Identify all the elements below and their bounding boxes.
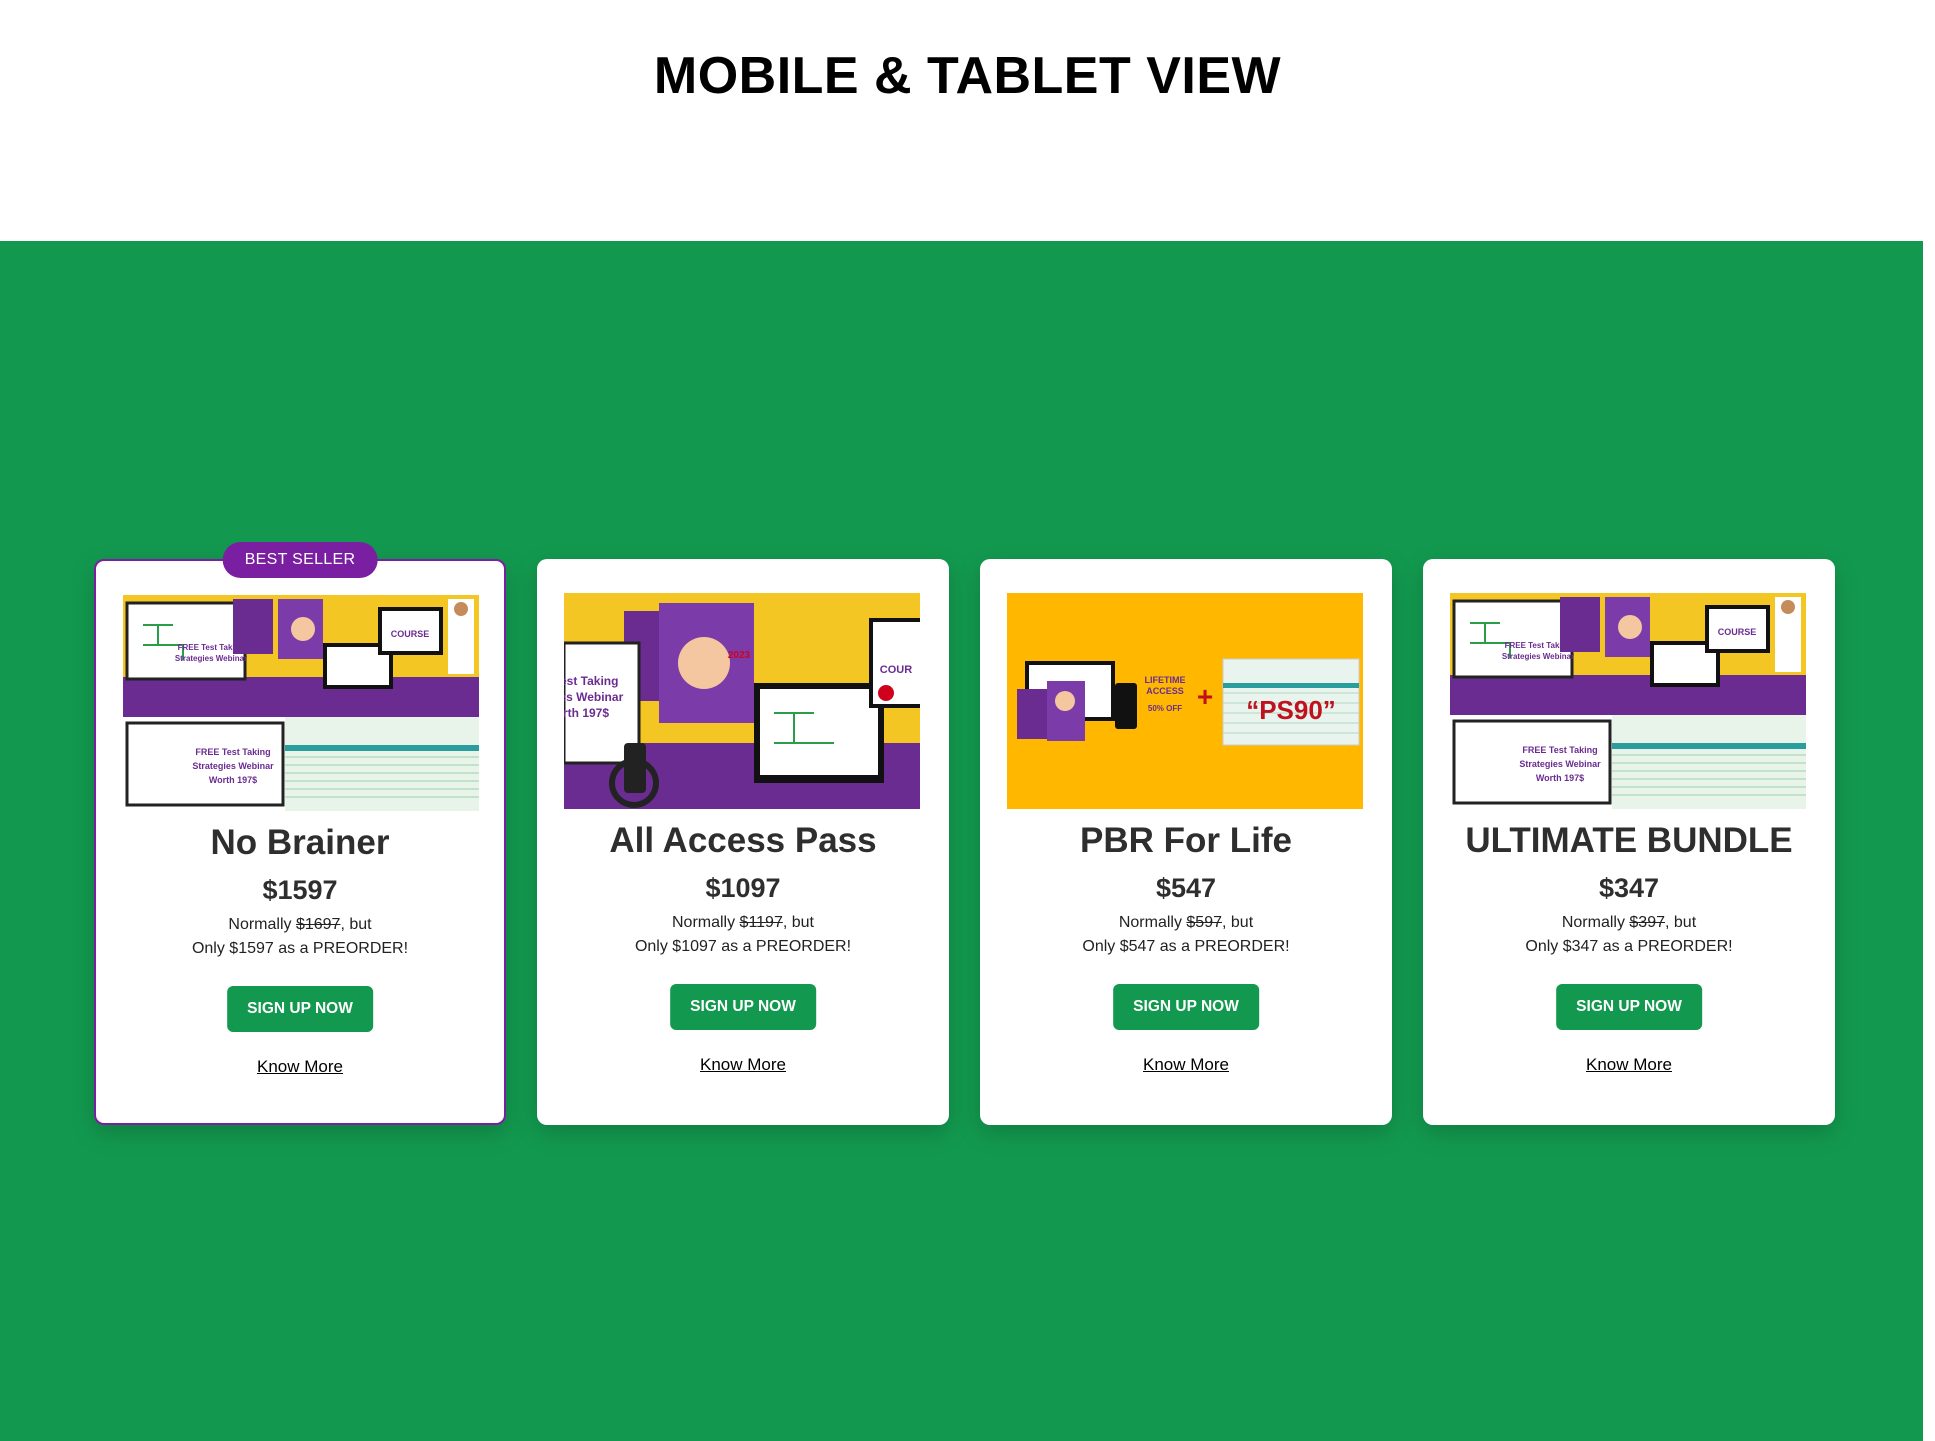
card-title: All Access Pass bbox=[609, 821, 877, 860]
svg-text:ACCESS: ACCESS bbox=[1146, 686, 1184, 696]
sign-up-button[interactable]: SIGN UP NOW bbox=[227, 986, 373, 1032]
sign-up-button[interactable]: SIGN UP NOW bbox=[1113, 984, 1259, 1030]
know-more-link[interactable]: Know More bbox=[96, 1057, 504, 1077]
original-price: $397 bbox=[1629, 914, 1665, 931]
svg-text:2023: 2023 bbox=[728, 650, 751, 661]
svg-text:Worth 197$: Worth 197$ bbox=[209, 775, 257, 785]
svg-text:FREE Test Taking: FREE Test Taking bbox=[1522, 745, 1597, 755]
svg-text:Strategies Webinar: Strategies Webinar bbox=[175, 654, 247, 663]
card-title: PBR For Life bbox=[1080, 821, 1292, 860]
card-price: $1597 bbox=[262, 875, 338, 905]
pricing-card-no-brainer: BEST SELLER FREE Test Taking Strategies … bbox=[94, 542, 506, 1125]
card-price-note: Normally $397, but Only $347 as a PREORD… bbox=[1423, 911, 1835, 959]
card-price-note: Normally $1697, but Only $1597 as a PREO… bbox=[96, 913, 504, 961]
svg-text:50% OFF: 50% OFF bbox=[1148, 704, 1182, 713]
original-price: $1197 bbox=[739, 914, 783, 931]
svg-text:COURSE: COURSE bbox=[391, 629, 430, 639]
svg-text:+: + bbox=[1197, 681, 1213, 712]
svg-text:Strategies Webinar: Strategies Webinar bbox=[1502, 652, 1574, 661]
product-books-devices-image: 2023 Test Taking gies Webinar rth 197$ C… bbox=[564, 593, 920, 809]
pricing-card-ultimate-bundle: FREE Test Taking Strategies Webinar COUR… bbox=[1423, 559, 1835, 1125]
pricing-cards: BEST SELLER FREE Test Taking Strategies … bbox=[94, 542, 1835, 1125]
page-title: MOBILE & TABLET VIEW bbox=[653, 47, 1282, 105]
svg-text:COUR: COUR bbox=[880, 664, 912, 676]
card-price: $347 bbox=[1598, 873, 1660, 903]
original-price: $1697 bbox=[295, 916, 341, 933]
know-more-link[interactable]: Know More bbox=[980, 1055, 1392, 1075]
card-title: ULTIMATE BUNDLE bbox=[1465, 821, 1793, 860]
card-price: $1097 bbox=[705, 873, 781, 903]
svg-text:COURSE: COURSE bbox=[1718, 627, 1757, 637]
card-title: No Brainer bbox=[210, 823, 390, 862]
svg-text:“PS90”: “PS90” bbox=[1246, 695, 1336, 725]
product-bundle-image: FREE Test Taking Strategies Webinar COUR… bbox=[1450, 593, 1806, 809]
preorder-text: Only $547 as a PREORDER! bbox=[1082, 938, 1290, 955]
card-price: $547 bbox=[1155, 873, 1217, 903]
know-more-link[interactable]: Know More bbox=[537, 1055, 949, 1075]
original-price: $597 bbox=[1186, 914, 1222, 931]
know-more-link[interactable]: Know More bbox=[1423, 1055, 1835, 1075]
svg-text:rth 197$: rth 197$ bbox=[564, 706, 609, 720]
pricing-card-pbr-for-life: LIFETIME ACCESS 50% OFF + “PS90” PBR For… bbox=[980, 559, 1392, 1125]
svg-text:Test Taking: Test Taking bbox=[564, 674, 618, 688]
sign-up-button[interactable]: SIGN UP NOW bbox=[1556, 984, 1702, 1030]
preorder-text: Only $1597 as a PREORDER! bbox=[191, 940, 409, 957]
pricing-card-all-access-pass: 2023 Test Taking gies Webinar rth 197$ C… bbox=[537, 559, 949, 1125]
card-price-note: Normally $597, but Only $547 as a PREORD… bbox=[980, 911, 1392, 959]
preorder-text: Only $1097 as a PREORDER! bbox=[634, 938, 852, 955]
preorder-text: Only $347 as a PREORDER! bbox=[1525, 938, 1733, 955]
svg-text:FREE Test Taking: FREE Test Taking bbox=[195, 747, 270, 757]
best-seller-badge: BEST SELLER bbox=[222, 542, 378, 578]
svg-text:Strategies Webinar: Strategies Webinar bbox=[1519, 759, 1601, 769]
svg-text:Strategies Webinar: Strategies Webinar bbox=[192, 761, 274, 771]
svg-text:Worth 197$: Worth 197$ bbox=[1536, 773, 1584, 783]
product-bundle-image: FREE Test Taking Strategies Webinar COUR… bbox=[123, 595, 479, 811]
svg-text:gies Webinar: gies Webinar bbox=[564, 690, 624, 704]
sign-up-button[interactable]: SIGN UP NOW bbox=[670, 984, 816, 1030]
product-lifetime-access-image: LIFETIME ACCESS 50% OFF + “PS90” bbox=[1007, 593, 1363, 809]
svg-text:LIFETIME: LIFETIME bbox=[1145, 675, 1186, 685]
card-price-note: Normally $1197, but Only $1097 as a PREO… bbox=[537, 911, 949, 959]
